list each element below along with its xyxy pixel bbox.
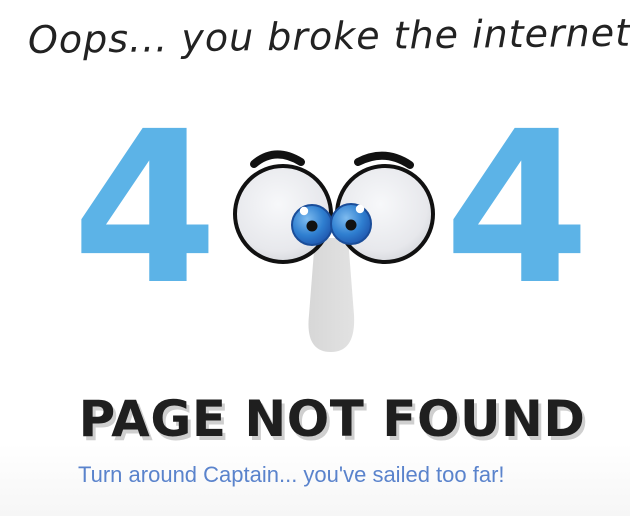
- not-found-page: Oops... you broke the internet! 4 4 PAGE…: [0, 0, 630, 516]
- page-title-wrap: PAGE NOT FOUND: [72, 390, 592, 448]
- right-404-digit: 4: [444, 86, 590, 331]
- left-eye-highlight: [299, 206, 309, 216]
- left-404-digit: 4: [72, 86, 218, 331]
- page-subtitle: Turn around Captain... you've sailed too…: [78, 462, 505, 487]
- 404-illustration: 4 4: [0, 0, 630, 390]
- page-title: PAGE NOT FOUND: [78, 390, 586, 448]
- nose-shape: [308, 238, 355, 352]
- right-eye-highlight: [355, 204, 365, 214]
- left-eyebrow: [250, 150, 305, 168]
- left-pupil: [306, 220, 318, 232]
- right-eyebrow: [354, 151, 414, 169]
- right-pupil: [345, 219, 357, 231]
- 404-graphic: 4 4: [72, 86, 590, 352]
